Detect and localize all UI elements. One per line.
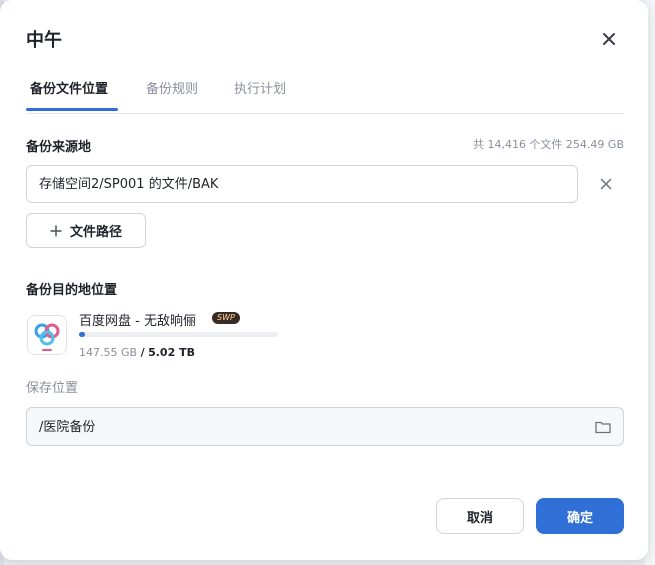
- confirm-button[interactable]: 确定: [536, 498, 624, 534]
- storage-separator: /: [140, 346, 145, 359]
- backup-task-dialog: 中午 备份文件位置 备份规则 执行计划 备份来源地 共 14,416 个文件 2…: [0, 0, 648, 560]
- destination-heading: 备份目的地位置: [26, 283, 118, 298]
- swp-badge: SWP: [212, 312, 240, 324]
- storage-usage-fill: [79, 332, 85, 337]
- source-stats: 共 14,416 个文件 254.49 GB: [472, 138, 624, 151]
- tab-backup-rules[interactable]: 备份规则: [146, 78, 198, 97]
- storage-usage-bar: [79, 332, 278, 337]
- save-location-label: 保存位置: [26, 381, 79, 396]
- cancel-button[interactable]: 取消: [436, 498, 524, 534]
- save-location-field[interactable]: /医院备份: [26, 407, 624, 446]
- baidu-netdisk-logo-icon: [27, 315, 67, 355]
- source-path-field[interactable]: 存储空间2/SP001 的文件/BAK: [26, 165, 578, 203]
- storage-used: 147.55 GB: [79, 346, 138, 359]
- storage-usage-text: 147.55 GB / 5.02 TB: [79, 346, 195, 359]
- tab-execution-plan[interactable]: 执行计划: [234, 78, 286, 97]
- tab-bar: 备份文件位置 备份规则 执行计划: [26, 0, 624, 114]
- tab-backup-file-location[interactable]: 备份文件位置: [30, 78, 108, 97]
- clear-icon[interactable]: [598, 176, 614, 192]
- folder-icon[interactable]: [594, 418, 612, 436]
- active-tab-indicator: [26, 108, 118, 111]
- storage-total: 5.02 TB: [148, 346, 195, 359]
- destination-name: 百度网盘 - 无敌晌俪: [79, 314, 196, 329]
- add-file-path-button[interactable]: 文件路径: [26, 213, 146, 248]
- add-file-path-label: 文件路径: [69, 225, 122, 240]
- plus-icon: [50, 224, 62, 237]
- source-heading: 备份来源地: [26, 140, 92, 155]
